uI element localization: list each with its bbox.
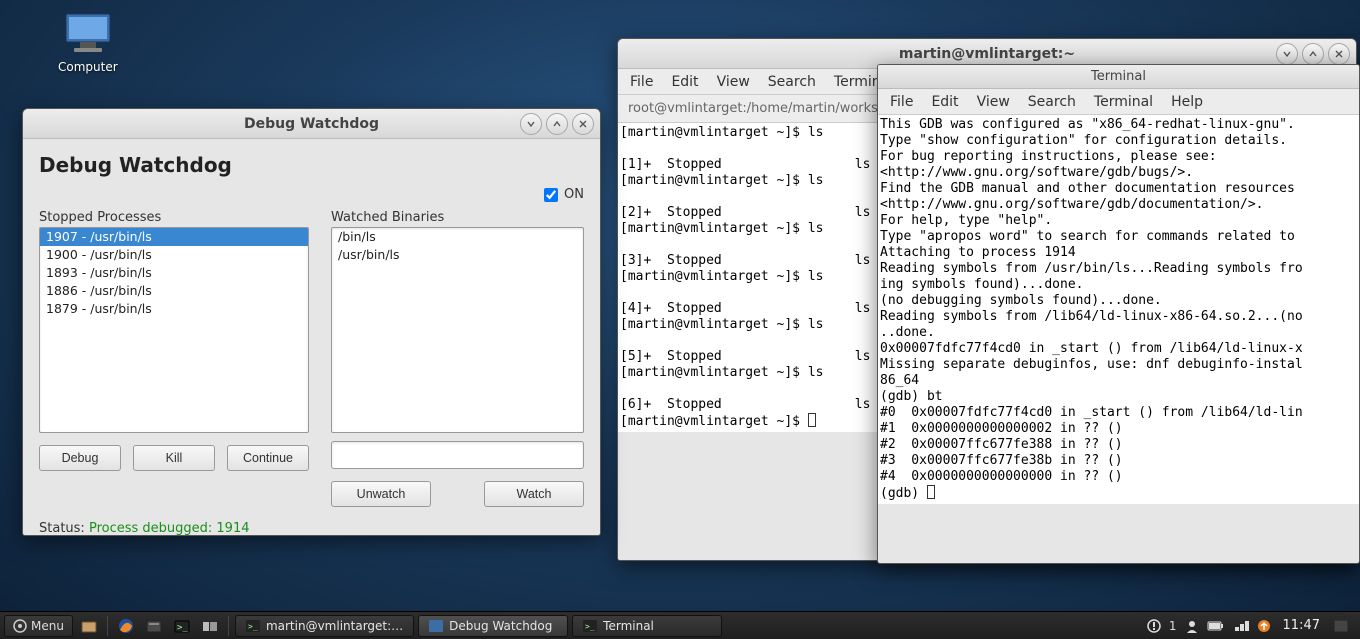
updates-icon[interactable] bbox=[1257, 619, 1271, 633]
status-value: Process debugged: 1914 bbox=[89, 521, 250, 536]
tab-label[interactable]: root@vmlintarget:/home/martin/workspa… bbox=[628, 101, 907, 116]
maximize-button[interactable] bbox=[546, 113, 568, 135]
menu-button[interactable]: Menu bbox=[4, 615, 73, 637]
task-label: Debug Watchdog bbox=[449, 619, 552, 633]
unwatch-button[interactable]: Unwatch bbox=[331, 481, 431, 507]
firefox-launcher-icon[interactable] bbox=[114, 615, 138, 637]
application-icon bbox=[429, 620, 443, 632]
menu-label: Menu bbox=[31, 619, 64, 633]
list-item[interactable]: /bin/ls bbox=[332, 228, 583, 246]
watch-button[interactable]: Watch bbox=[484, 481, 584, 507]
list-item[interactable]: 1893 - /usr/bin/ls bbox=[40, 264, 308, 282]
watch-path-input[interactable] bbox=[331, 441, 584, 469]
close-button[interactable] bbox=[572, 113, 594, 135]
window-terminal-gdb[interactable]: Terminal File Edit View Search Terminal … bbox=[877, 64, 1360, 564]
separator bbox=[107, 616, 108, 636]
user-icon[interactable] bbox=[1185, 619, 1199, 633]
svg-text:>_: >_ bbox=[248, 622, 258, 631]
status-label: Status: bbox=[39, 521, 85, 536]
computer-icon bbox=[60, 12, 116, 56]
kill-button[interactable]: Kill bbox=[133, 445, 215, 471]
menu-icon bbox=[13, 619, 27, 633]
list-item[interactable]: /usr/bin/ls bbox=[332, 246, 583, 264]
debug-button[interactable]: Debug bbox=[39, 445, 121, 471]
titlebar[interactable]: Terminal bbox=[878, 65, 1359, 89]
notification-icon[interactable] bbox=[1147, 619, 1161, 633]
cursor-icon bbox=[808, 413, 816, 427]
menu-search[interactable]: Search bbox=[768, 74, 816, 90]
menubar: File Edit View Search Terminal Help bbox=[878, 89, 1359, 115]
menu-edit[interactable]: Edit bbox=[931, 94, 958, 110]
on-label: ON bbox=[564, 187, 584, 202]
watched-binaries-list[interactable]: /bin/ls/usr/bin/ls bbox=[331, 227, 584, 433]
maximize-button[interactable] bbox=[1302, 43, 1324, 65]
window-debug-watchdog[interactable]: Debug Watchdog Debug Watchdog ON Stopped… bbox=[22, 108, 601, 536]
terminal-icon: >_ bbox=[583, 620, 597, 632]
taskbar: Menu >_ >_ martin@vmlintarget:… Debug Wa… bbox=[0, 611, 1360, 639]
separator bbox=[228, 616, 229, 636]
list-item[interactable]: 1886 - /usr/bin/ls bbox=[40, 282, 308, 300]
terminal-launcher-icon[interactable]: >_ bbox=[170, 615, 194, 637]
show-desktop-corner-icon[interactable] bbox=[1332, 617, 1350, 635]
stopped-processes-label: Stopped Processes bbox=[39, 210, 309, 225]
minimize-button[interactable] bbox=[520, 113, 542, 135]
menu-search[interactable]: Search bbox=[1028, 94, 1076, 110]
notification-count: 1 bbox=[1169, 619, 1177, 633]
on-checkbox[interactable] bbox=[544, 188, 558, 202]
task-label: martin@vmlintarget:… bbox=[266, 619, 403, 633]
show-desktop-icon[interactable] bbox=[77, 615, 101, 637]
continue-button[interactable]: Continue bbox=[227, 445, 309, 471]
close-button[interactable] bbox=[1328, 43, 1350, 65]
list-item[interactable]: 1907 - /usr/bin/ls bbox=[40, 228, 308, 246]
task-label: Terminal bbox=[603, 619, 654, 633]
window-title: Debug Watchdog bbox=[23, 116, 600, 132]
cursor-icon bbox=[927, 485, 935, 499]
window-title: Terminal bbox=[878, 69, 1359, 84]
clock[interactable]: 11:47 bbox=[1279, 618, 1324, 633]
menu-view[interactable]: View bbox=[977, 94, 1010, 110]
svg-text:>_: >_ bbox=[177, 623, 188, 633]
list-item[interactable]: 1879 - /usr/bin/ls bbox=[40, 300, 308, 318]
menu-view[interactable]: View bbox=[717, 74, 750, 90]
desktop-icon-computer[interactable]: Computer bbox=[58, 12, 118, 74]
svg-text:>_: >_ bbox=[585, 622, 595, 631]
task-button-terminal-1[interactable]: >_ martin@vmlintarget:… bbox=[235, 615, 414, 637]
watched-binaries-label: Watched Binaries bbox=[331, 210, 584, 225]
files-launcher-icon[interactable] bbox=[198, 615, 222, 637]
titlebar[interactable]: Debug Watchdog bbox=[23, 109, 600, 139]
list-item[interactable]: 1900 - /usr/bin/ls bbox=[40, 246, 308, 264]
file-manager-launcher-icon[interactable] bbox=[142, 615, 166, 637]
terminal-output[interactable]: This GDB was configured as "x86_64-redha… bbox=[878, 115, 1359, 504]
system-tray: 1 11:47 bbox=[1141, 617, 1356, 635]
heading: Debug Watchdog bbox=[39, 153, 584, 177]
menu-help[interactable]: Help bbox=[1171, 94, 1203, 110]
menu-file[interactable]: File bbox=[890, 94, 913, 110]
task-button-terminal-2[interactable]: >_ Terminal bbox=[572, 615, 722, 637]
menu-file[interactable]: File bbox=[630, 74, 653, 90]
menu-terminal[interactable]: Terminal bbox=[1094, 94, 1153, 110]
stopped-processes-list[interactable]: 1907 - /usr/bin/ls1900 - /usr/bin/ls1893… bbox=[39, 227, 309, 433]
battery-icon[interactable] bbox=[1207, 620, 1225, 632]
terminal-icon: >_ bbox=[246, 620, 260, 632]
menu-edit[interactable]: Edit bbox=[671, 74, 698, 90]
minimize-button[interactable] bbox=[1276, 43, 1298, 65]
network-icon[interactable] bbox=[1233, 619, 1249, 633]
desktop-icon-label: Computer bbox=[58, 60, 118, 74]
window-title: martin@vmlintarget:~ bbox=[618, 46, 1356, 62]
task-button-debug-watchdog[interactable]: Debug Watchdog bbox=[418, 615, 568, 637]
